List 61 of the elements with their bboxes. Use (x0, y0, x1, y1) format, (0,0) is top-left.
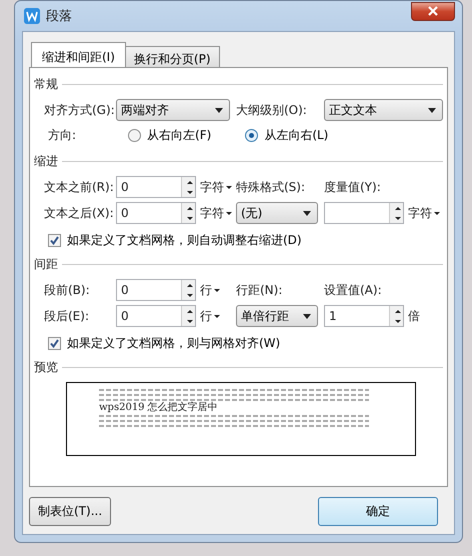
checkbox[interactable]: 如果定义了文档网格，则与网格对齐(W) (48, 333, 280, 353)
spin-arrows-icon[interactable] (181, 306, 195, 326)
close-button[interactable] (411, 2, 455, 20)
caret-icon (214, 288, 220, 292)
caret-icon (434, 212, 440, 214)
unit-dropdown[interactable]: 行 (200, 282, 212, 298)
radio-option[interactable]: 从右向左(F) (128, 126, 212, 144)
spin-arrows-icon[interactable] (389, 203, 403, 223)
preview-text: wps2019 怎么把文字居中 (99, 402, 219, 414)
caret-icon (226, 212, 232, 214)
field-label: 文本之前(R): (44, 178, 115, 196)
unit-dropdown[interactable]: 字符 (200, 178, 224, 196)
field-label: 文本之后(X): (44, 204, 115, 222)
number-field[interactable]: 0 (116, 202, 196, 224)
tab[interactable]: 换行和分页(P) (124, 46, 220, 68)
checkbox[interactable]: 如果定义了文档网格，则自动调整右缩进(D) (48, 230, 302, 250)
app-icon (24, 8, 40, 24)
caret-icon (303, 210, 311, 216)
field-label: 方向: (48, 126, 76, 144)
number-field[interactable]: 1 (324, 305, 404, 327)
caret-icon (215, 108, 223, 112)
field-label: 段前(B): (44, 282, 91, 298)
window-title: 段落 (46, 8, 72, 25)
dropdown[interactable]: 单倍行距 (236, 305, 318, 327)
field-label: 度量值(Y): (324, 178, 382, 196)
close-icon (428, 6, 438, 16)
caret-icon (214, 314, 220, 318)
unit-label: 倍 (408, 308, 420, 324)
field-label: 设置值(A): (324, 282, 383, 298)
number-field[interactable]: 0 (116, 305, 196, 327)
number-field[interactable]: 0 (116, 279, 196, 301)
section-heading: 间距 (34, 256, 58, 273)
tab[interactable]: 缩进和间距(I) (31, 42, 126, 68)
spin-arrows-icon[interactable] (181, 177, 195, 197)
radio-option[interactable]: 从左向右(L) (245, 126, 328, 144)
spin-arrows-icon[interactable] (181, 203, 195, 223)
field-label: 段后(E): (44, 308, 90, 324)
number-field[interactable]: 0 (116, 176, 196, 198)
dropdown[interactable]: 正文文本 (324, 99, 443, 121)
field-label: 特殊格式(S): (236, 178, 306, 196)
spin-arrows-icon[interactable] (181, 280, 195, 300)
caret-icon (428, 108, 436, 112)
unit-dropdown[interactable]: 字符 (408, 204, 432, 222)
checkmark-icon (48, 234, 61, 246)
section-heading: 预览 (34, 359, 58, 376)
spin-arrows-icon[interactable] (389, 306, 403, 326)
checkmark-icon (48, 336, 61, 350)
dropdown[interactable]: 两端对齐 (116, 99, 230, 121)
dropdown[interactable]: (无) (236, 202, 318, 224)
caret-icon (303, 314, 311, 318)
tabs-button[interactable]: 制表位(T)... (29, 497, 112, 526)
unit-dropdown[interactable]: 字符 (200, 204, 224, 222)
field-label: 对齐方式(G): (44, 102, 116, 118)
number-field[interactable] (324, 202, 404, 224)
unit-dropdown[interactable]: 行 (200, 308, 212, 324)
field-label: 行距(N): (236, 282, 284, 298)
ok-button[interactable]: 确定 (318, 497, 438, 526)
section-heading: 常规 (34, 76, 58, 93)
caret-icon (226, 186, 232, 188)
section-heading: 缩进 (34, 153, 58, 170)
field-label: 大纲级别(O): (236, 102, 308, 118)
